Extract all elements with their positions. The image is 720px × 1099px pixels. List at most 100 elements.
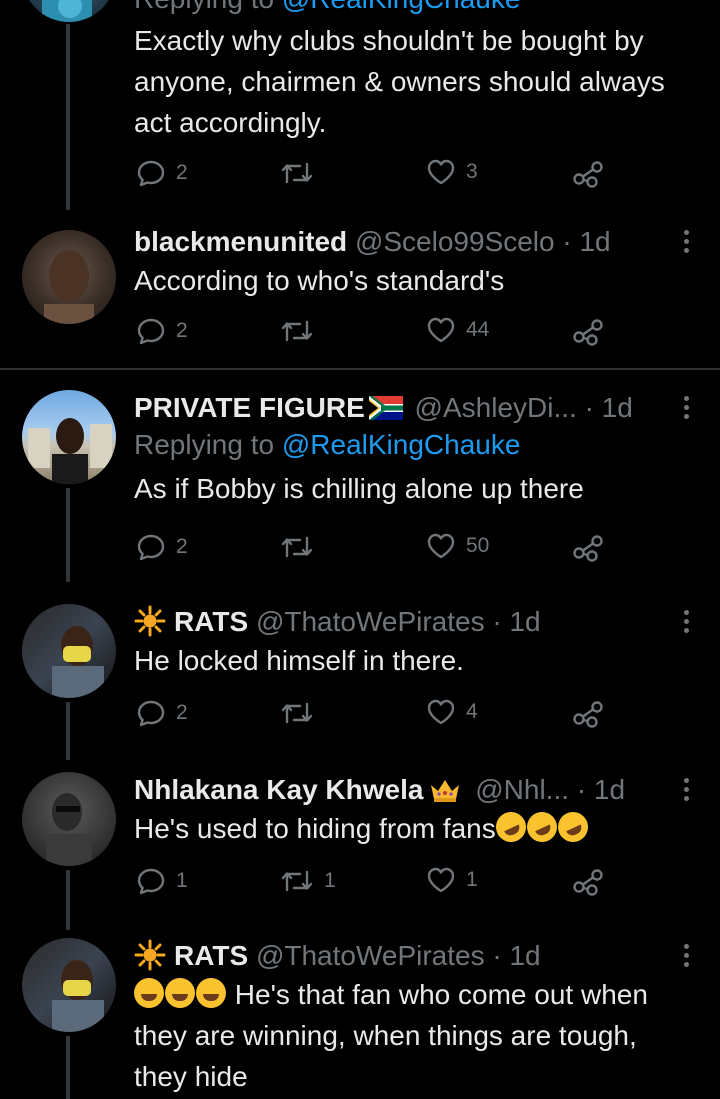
tweet[interactable]: Replying to @RealKingChauke Exactly why …: [0, 0, 720, 210]
reply-button[interactable]: 1: [136, 866, 188, 896]
tweet-actions: 2 4: [134, 698, 614, 732]
mention-link[interactable]: @RealKingChauke: [282, 429, 521, 460]
avatar[interactable]: [22, 938, 116, 1032]
display-name[interactable]: RATS: [174, 606, 248, 637]
handle-and-time[interactable]: @AshleyDi... · 1d: [415, 392, 633, 423]
avatar[interactable]: [22, 0, 116, 22]
reply-context: Replying to @RealKingChauke: [134, 426, 690, 464]
reply-icon: [137, 700, 165, 727]
south-africa-flag-icon: [368, 396, 403, 420]
tweet-header: PRIVATE FIGURE @AshleyDi... · 1d: [134, 390, 690, 426]
replying-to-label: Replying to: [134, 0, 274, 14]
tweet-actions: 2 50: [134, 532, 614, 566]
like-button[interactable]: 3: [426, 158, 478, 186]
rofl-emoji-icon: [552, 807, 593, 847]
tweet-actions: 2 3: [134, 158, 614, 192]
reply-icon: [137, 160, 165, 187]
handle-and-time[interactable]: @Nhl... · 1d: [475, 774, 625, 805]
tweet[interactable]: RATS @ThatoWePirates · 1d He locked hims…: [0, 600, 720, 760]
thread-line: [66, 24, 70, 210]
heart-icon: [427, 867, 455, 893]
reply-button[interactable]: 2: [136, 158, 188, 188]
share-icon: [573, 161, 603, 188]
tweet[interactable]: RATS @ThatoWePirates · 1d He's that fan …: [0, 934, 720, 1099]
rofl-emoji-icon: [521, 807, 562, 847]
sun-emoji-icon: [134, 605, 166, 637]
reply-count: 2: [176, 535, 188, 558]
retweet-button[interactable]: [280, 698, 324, 728]
avatar[interactable]: [22, 604, 116, 698]
tweet-header: Nhlakana Kay Khwela @Nhl... · 1d: [134, 772, 690, 808]
avatar[interactable]: [22, 230, 116, 324]
avatar-image: [44, 250, 94, 324]
like-button[interactable]: 1: [426, 866, 478, 894]
display-name[interactable]: blackmenunited: [134, 226, 347, 257]
display-name[interactable]: PRIVATE FIGURE: [134, 392, 365, 423]
heart-icon: [427, 699, 455, 725]
joy-emoji-icon: [196, 978, 226, 1008]
reply-icon: [137, 534, 165, 561]
thread-line: [66, 870, 70, 930]
more-options-button[interactable]: [684, 396, 690, 420]
heart-icon: [427, 159, 455, 185]
tweet[interactable]: Nhlakana Kay Khwela @Nhl... · 1d He's us…: [0, 768, 720, 930]
display-name[interactable]: Nhlakana Kay Khwela: [134, 774, 423, 805]
tweet-actions: 2 44: [134, 316, 614, 350]
retweet-icon: [281, 162, 313, 184]
tweet-text: He's that fan who come out when they are…: [134, 974, 690, 1097]
heart-icon: [427, 533, 455, 559]
reply-count: 2: [176, 161, 188, 184]
replying-to-label: Replying to: [134, 429, 275, 460]
reply-count: 1: [176, 869, 188, 892]
reply-icon: [137, 868, 165, 895]
tweet-text: He's used to hiding from fans: [134, 807, 690, 849]
share-button[interactable]: [572, 866, 604, 896]
retweet-button[interactable]: 1: [280, 866, 336, 896]
retweet-button[interactable]: [280, 532, 324, 562]
more-options-button[interactable]: [684, 230, 690, 254]
like-count: 1: [466, 868, 478, 891]
tweet[interactable]: PRIVATE FIGURE @AshleyDi... · 1d Replyin…: [0, 386, 720, 582]
avatar[interactable]: [22, 390, 116, 484]
like-button[interactable]: 4: [426, 698, 478, 726]
reply-button[interactable]: 2: [136, 698, 188, 728]
mention-link[interactable]: @RealKingChauke: [282, 0, 521, 14]
handle-and-time[interactable]: @ThatoWePirates · 1d: [256, 940, 541, 971]
reply-icon: [137, 318, 165, 345]
display-name[interactable]: RATS: [174, 940, 248, 971]
more-options-button[interactable]: [684, 944, 690, 968]
handle-and-time[interactable]: @Scelo99Scelo · 1d: [355, 226, 611, 257]
avatar-image: [42, 0, 92, 22]
avatar-image: [52, 626, 104, 698]
reply-button[interactable]: 2: [136, 316, 188, 346]
retweet-button[interactable]: [280, 158, 324, 188]
handle-and-time[interactable]: @ThatoWePirates · 1d: [256, 606, 541, 637]
retweet-icon: [281, 320, 313, 342]
thread-line: [66, 702, 70, 760]
like-count: 3: [466, 160, 478, 183]
share-button[interactable]: [572, 532, 604, 562]
like-count: 44: [466, 318, 490, 341]
tweet-text-line: He's that fan who come out: [234, 979, 574, 1010]
more-options-button[interactable]: [684, 778, 690, 802]
avatar-image: [46, 793, 92, 866]
retweet-button[interactable]: [280, 316, 324, 346]
like-count: 50: [466, 534, 490, 557]
share-button[interactable]: [572, 158, 604, 188]
tweet-text: According to who's standard's: [134, 265, 505, 296]
reply-count: 2: [176, 319, 188, 342]
like-button[interactable]: 50: [426, 532, 489, 560]
heart-icon: [427, 317, 455, 343]
retweet-icon: [281, 702, 313, 724]
share-icon: [573, 701, 603, 728]
thread-line: [66, 1036, 70, 1099]
like-button[interactable]: 44: [426, 316, 489, 344]
share-button[interactable]: [572, 698, 604, 728]
avatar[interactable]: [22, 772, 116, 866]
thread-line: [66, 488, 70, 582]
more-options-button[interactable]: [684, 610, 690, 634]
reply-button[interactable]: 2: [136, 532, 188, 562]
share-button[interactable]: [572, 316, 604, 346]
tweet[interactable]: blackmenunited @Scelo99Scelo · 1d Accord…: [0, 220, 720, 366]
reply-count: 2: [176, 701, 188, 724]
